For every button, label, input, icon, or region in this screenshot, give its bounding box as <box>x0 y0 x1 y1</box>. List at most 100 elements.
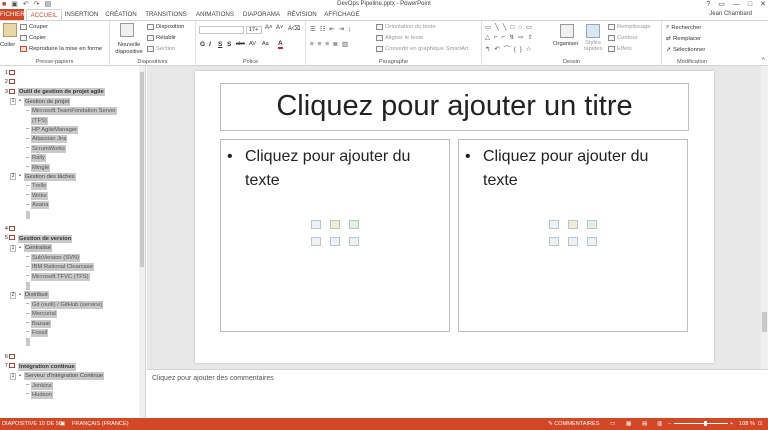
insert-chart-icon[interactable] <box>330 220 340 229</box>
insert-chart-icon[interactable] <box>568 220 578 229</box>
reading-view-icon[interactable]: ▤ <box>642 418 647 430</box>
tab-insert[interactable]: INSERTION <box>63 9 100 20</box>
arrange-button[interactable]: Organiser <box>553 41 578 47</box>
smartart-button[interactable]: Convertir en graphique SmartArt <box>376 46 468 52</box>
strikethrough-button[interactable]: abc <box>236 41 245 47</box>
underline-button[interactable]: S <box>218 41 222 48</box>
tab-file[interactable]: FICHIER <box>0 9 25 20</box>
insert-online-picture-icon[interactable] <box>330 237 340 246</box>
shapes-gallery[interactable]: ▭ ╲ ╲ □ ○ ▭ <box>485 23 533 31</box>
sub-bullet-marker: – <box>26 310 30 317</box>
tab-view[interactable]: AFFICHAGE <box>322 9 362 20</box>
insert-smartart-icon[interactable] <box>587 220 597 229</box>
outline-level-number: 2 <box>10 173 16 181</box>
sub-bullet-marker: – <box>26 145 30 152</box>
bold-button[interactable]: G <box>200 41 205 48</box>
close-button[interactable]: ✕ <box>760 0 766 9</box>
insert-video-icon[interactable] <box>587 237 597 246</box>
outline-scrollbar[interactable] <box>139 66 145 418</box>
shrink-font-icon[interactable]: A˅ <box>276 25 284 31</box>
insert-online-picture-icon[interactable] <box>568 237 578 246</box>
font-size-box[interactable]: 17+ <box>246 26 262 34</box>
tab-design[interactable]: CRÉATION <box>102 9 140 20</box>
zoom-out-button[interactable]: − <box>668 418 671 430</box>
outline-button[interactable]: Contour <box>608 35 638 41</box>
quick-styles-icon[interactable] <box>586 24 600 38</box>
select-button[interactable]: ➚ Sélectionner <box>666 46 705 54</box>
paste-button[interactable]: Coller <box>0 42 15 48</box>
insert-picture-icon[interactable] <box>549 237 559 246</box>
sorter-view-icon[interactable]: ▦ <box>626 418 631 430</box>
tab-slideshow[interactable]: DIAPORAMA <box>240 9 283 20</box>
find-button[interactable]: ⌕ Rechercher <box>666 24 701 31</box>
cut-button[interactable]: Couper <box>20 24 48 30</box>
collapse-ribbon-icon[interactable]: ˄ <box>761 57 765 63</box>
content-left-text: Cliquez pour ajouter du texte <box>245 148 411 189</box>
insert-table-icon[interactable] <box>549 220 559 229</box>
align-buttons[interactable]: ≡ ≡ ≡ ≣ ▥ <box>310 40 349 48</box>
text-direction-button[interactable]: Orientation du texte <box>376 24 436 30</box>
fill-button[interactable]: Remplissage <box>608 24 651 30</box>
slide-scrollbar[interactable] <box>761 66 768 369</box>
font-name-box[interactable] <box>199 26 244 34</box>
spellcheck-icon[interactable]: ▣ <box>60 418 65 430</box>
grow-font-icon[interactable]: A˄ <box>265 25 273 31</box>
section-button[interactable]: Section <box>147 46 175 52</box>
maximize-button[interactable]: □ <box>748 0 752 9</box>
format-painter-button[interactable]: Reproduire la mise en forme <box>20 46 102 52</box>
minimize-button[interactable]: — <box>733 0 740 9</box>
outline-subitem-text: Bazaar <box>31 319 52 328</box>
notes-pane[interactable]: Cliquez pour ajouter des commentaires <box>147 369 768 418</box>
user-name[interactable]: Jean Chambard <box>709 11 752 17</box>
clear-format-icon[interactable]: A⌫ <box>288 25 301 32</box>
tab-animations[interactable]: ANIMATIONS <box>192 9 238 20</box>
zoom-in-button[interactable]: + <box>730 418 733 430</box>
effects-button[interactable]: Effets <box>608 46 632 52</box>
slide-scrollbar-thumb[interactable] <box>762 312 767 332</box>
outline-pane[interactable]: 1 2 3 Outil de gestion de projet agile 1 • Ges… <box>0 66 146 418</box>
tab-transitions[interactable]: TRANSITIONS <box>142 9 190 20</box>
language-indicator[interactable]: FRANÇAIS (FRANCE) <box>72 418 129 430</box>
char-spacing-button[interactable]: AV <box>249 41 256 47</box>
shapes-gallery-row2[interactable]: △ ⌐ ⌐ ↯ ⇨ ⇧ <box>485 33 534 41</box>
quick-styles-button[interactable]: Styles rapides <box>582 40 604 52</box>
list-buttons[interactable]: ☰ ☷ ⇤ ⇥ ↕ <box>310 25 352 33</box>
change-case-button[interactable]: Aa <box>262 41 269 47</box>
zoom-slider[interactable] <box>674 421 728 426</box>
sub-bullet-marker: – <box>26 182 30 189</box>
font-color-button[interactable]: A <box>278 40 283 49</box>
align-text-button[interactable]: Aligner le texte <box>376 35 423 41</box>
content-placeholder-left[interactable]: • Cliquez pour ajouter du texte <box>220 139 450 332</box>
arrange-icon[interactable] <box>560 24 574 38</box>
normal-view-icon[interactable]: ▭ <box>610 418 615 430</box>
shadow-button[interactable]: S <box>227 41 231 48</box>
ribbon-display-button[interactable]: ▭ <box>718 0 725 9</box>
new-slide-button[interactable]: Nouvelle diapositive <box>113 42 145 56</box>
layout-button[interactable]: Disposition <box>147 24 184 30</box>
paste-icon[interactable] <box>3 23 17 37</box>
title-placeholder[interactable]: Cliquez pour ajouter un titre <box>220 83 689 131</box>
content-placeholder-right[interactable]: • Cliquez pour ajouter du texte <box>458 139 688 332</box>
italic-button[interactable]: I <box>209 41 211 48</box>
insert-smartart-icon[interactable] <box>349 220 359 229</box>
insert-table-icon[interactable] <box>311 220 321 229</box>
slideshow-view-icon[interactable]: ▥ <box>657 418 662 430</box>
sub-bullet-marker: – <box>26 126 30 133</box>
slide-canvas[interactable]: Cliquez pour ajouter un titre • Cliquez … <box>195 71 714 363</box>
help-button[interactable]: ? <box>706 0 710 9</box>
shapes-gallery-row3[interactable]: ↰ ↶ ⌒ { } ☆ <box>485 43 533 53</box>
insert-video-icon[interactable] <box>349 237 359 246</box>
tab-review[interactable]: RÉVISION <box>285 9 319 20</box>
fit-slide-icon[interactable]: ⊡ <box>758 418 763 430</box>
reset-button[interactable]: Rétablir <box>147 35 176 41</box>
copy-button[interactable]: Copier <box>20 35 46 41</box>
outline-scrollbar-thumb[interactable] <box>140 72 144 267</box>
notes-placeholder: Cliquez pour ajouter des commentaires <box>152 375 274 382</box>
zoom-level[interactable]: 108 % <box>739 418 755 430</box>
new-slide-icon[interactable] <box>120 23 134 37</box>
insert-picture-icon[interactable] <box>311 237 321 246</box>
comments-button[interactable]: ✎ COMMENTAIRES <box>548 418 600 430</box>
replace-button[interactable]: ⇄ Remplacer <box>666 35 701 43</box>
outline-bullet-text: Gestion de projet <box>24 97 71 106</box>
zoom-slider-thumb[interactable] <box>703 421 707 426</box>
